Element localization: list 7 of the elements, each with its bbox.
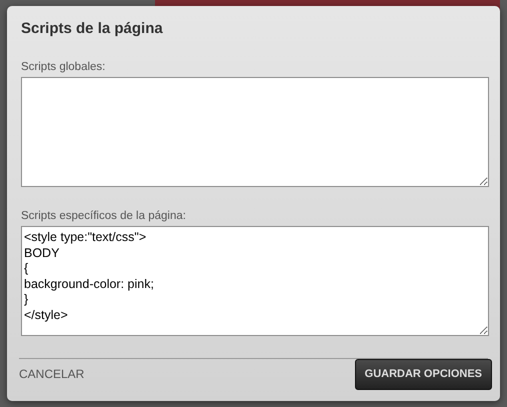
dialog-title: Scripts de la página	[21, 20, 164, 38]
save-button[interactable]: GUARDAR OPCIONES	[354, 359, 492, 390]
field-label: Scripts específicos de la página:	[21, 209, 187, 223]
field-label: Scripts globales:	[21, 60, 106, 74]
text-area-field[interactable]	[21, 77, 489, 187]
text-area-field[interactable]: <style type:"text/css"> BODY { background-color: pink; } </style>	[21, 226, 489, 336]
cancel-link[interactable]: CANCELAR	[19, 365, 84, 384]
